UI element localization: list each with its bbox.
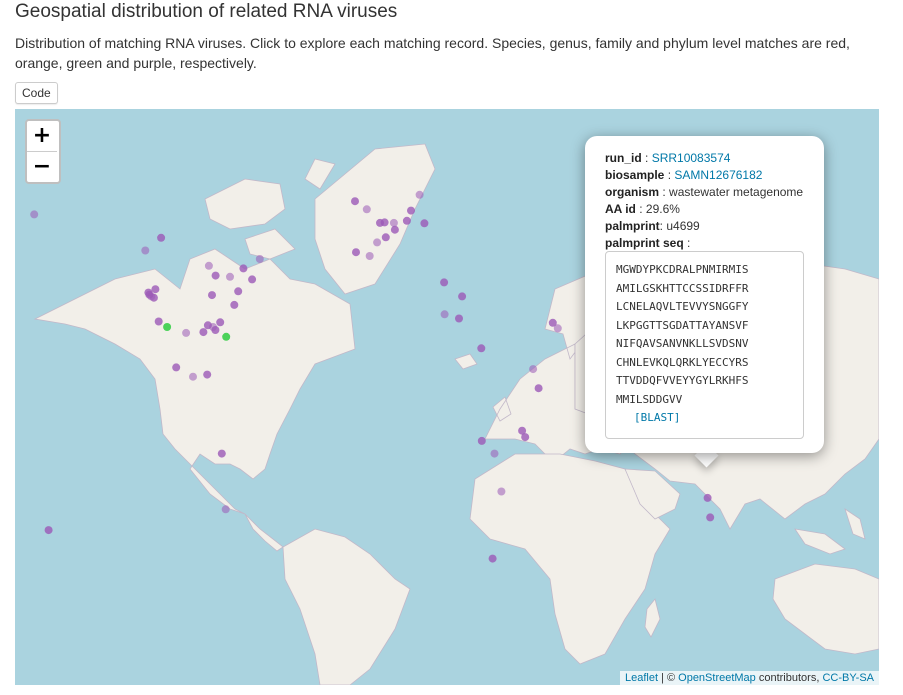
osm-link[interactable]: OpenStreetMap	[678, 672, 756, 684]
map-marker[interactable]	[529, 365, 538, 374]
map-marker[interactable]	[390, 225, 399, 234]
sequence-box: MGWDYPKCDRALPNMIRMIS AMILGSKHTTCCSSIDRFF…	[605, 251, 804, 439]
map-marker[interactable]	[365, 252, 374, 260]
map-marker[interactable]	[203, 370, 212, 379]
run-id-link[interactable]: SRR10083574	[652, 151, 731, 165]
map-marker[interactable]	[172, 363, 181, 372]
map-marker[interactable]	[490, 449, 499, 458]
map-marker[interactable]	[211, 326, 220, 334]
map-marker[interactable]	[389, 218, 398, 227]
aa-id-value: 29.6%	[645, 202, 680, 216]
land-central-america	[244, 513, 284, 552]
sequence-line: LKPGGTTSGDATTAYANSVF	[616, 318, 749, 332]
sequence-line: CHNLEVKQLQRKLYECCYRS	[616, 355, 749, 369]
map-marker[interactable]	[149, 293, 158, 302]
record-popup: run_id : SRR10083574 biosample : SAMN126…	[585, 136, 824, 453]
map-marker[interactable]	[706, 513, 715, 522]
map-marker[interactable]	[189, 372, 197, 381]
map-marker[interactable]	[234, 287, 243, 296]
sequence-line: AMILGSKHTTCCSSIDRFFR	[616, 281, 749, 295]
popup-content: run_id : SRR10083574 biosample : SAMN126…	[605, 151, 804, 250]
run-id-label: run_id	[605, 151, 642, 165]
map-marker[interactable]	[222, 332, 231, 341]
page-description: Distribution of matching RNA viruses. Cl…	[15, 35, 850, 71]
map-marker[interactable]	[208, 291, 216, 300]
map-attribution: Leaflet | © OpenStreetMap contributors, …	[619, 671, 879, 685]
map-marker[interactable]	[239, 264, 248, 273]
map-marker[interactable]	[534, 384, 543, 393]
map-marker[interactable]	[204, 261, 213, 270]
palmprint-value: u4699	[666, 219, 700, 233]
land-se-asia-islands	[794, 508, 866, 555]
map-marker[interactable]	[362, 205, 371, 214]
map-marker[interactable]	[157, 233, 166, 242]
organism-label: organism	[605, 185, 660, 199]
sequence-line: LCNELAQVLTEVVYSNGGFY	[616, 300, 749, 313]
sequence-line: NIFQAVSANVNKLLSVDSNV	[616, 337, 749, 350]
blast-link[interactable]: [BLAST]	[634, 411, 680, 424]
map-marker[interactable]	[30, 210, 39, 219]
leaflet-link[interactable]: Leaflet	[625, 672, 658, 684]
map-marker[interactable]	[488, 554, 497, 563]
map-marker[interactable]	[458, 292, 467, 301]
map-container[interactable]: + − run_id : SRR10083574 biosample : SAM…	[15, 109, 879, 685]
attribution-separator: | ©	[658, 672, 679, 684]
code-button[interactable]: Code	[15, 82, 58, 104]
organism-value: wastewater metagenome	[669, 185, 804, 199]
license-link[interactable]: CC-BY-SA	[822, 672, 874, 684]
zoom-control: + −	[25, 119, 61, 184]
map-marker[interactable]	[703, 493, 712, 502]
map-marker[interactable]	[440, 310, 449, 319]
page-title: Geospatial distribution of related RNA v…	[15, 1, 398, 22]
map-marker[interactable]	[440, 278, 449, 287]
land-north-america	[33, 248, 356, 515]
map-marker[interactable]	[373, 238, 382, 247]
map-marker[interactable]	[221, 505, 230, 514]
map-marker[interactable]	[216, 318, 225, 327]
attribution-text: contributors,	[755, 672, 823, 684]
map-marker[interactable]	[226, 272, 234, 281]
map-marker[interactable]	[518, 426, 527, 435]
map-marker[interactable]	[380, 218, 389, 227]
map-marker[interactable]	[230, 300, 239, 309]
map-marker[interactable]	[402, 216, 411, 225]
sequence-line: TTVDDQFVVEYYGYLRKHFS	[616, 374, 749, 387]
map-marker[interactable]	[553, 324, 562, 333]
map-marker[interactable]	[163, 323, 172, 331]
land-iceland	[454, 353, 478, 370]
map-marker[interactable]	[217, 449, 226, 458]
map-marker[interactable]	[477, 344, 486, 353]
map-marker[interactable]	[477, 436, 486, 445]
map-marker[interactable]	[381, 233, 390, 242]
map-marker[interactable]	[248, 275, 257, 284]
map-marker[interactable]	[415, 190, 424, 199]
zoom-in-button[interactable]: +	[27, 121, 57, 152]
biosample-label: biosample	[605, 168, 665, 182]
map-marker[interactable]	[182, 328, 191, 337]
map-marker[interactable]	[255, 255, 264, 263]
land-madagascar	[644, 598, 661, 638]
map-marker[interactable]	[497, 487, 506, 496]
sequence-line: MGWDYPKCDRALPNMIRMIS	[616, 263, 749, 276]
land-australia	[772, 563, 879, 655]
map-marker[interactable]	[44, 526, 53, 535]
map-marker[interactable]	[352, 248, 360, 257]
map-marker[interactable]	[199, 328, 208, 337]
map-marker[interactable]	[154, 317, 163, 326]
palmprint-label: palmprint	[605, 219, 660, 233]
sequence-line: MMILSDDGVV	[616, 392, 683, 406]
land-south-america	[282, 528, 411, 685]
sequence-text: MGWDYPKCDRALPNMIRMIS AMILGSKHTTCCSSIDRFF…	[616, 261, 803, 428]
map-marker[interactable]	[420, 219, 429, 228]
map-marker[interactable]	[351, 197, 359, 206]
map-marker[interactable]	[211, 271, 220, 280]
map-marker[interactable]	[455, 314, 463, 323]
map-marker[interactable]	[141, 246, 150, 255]
biosample-link[interactable]: SAMN12676182	[674, 168, 762, 182]
zoom-out-button[interactable]: −	[27, 152, 57, 182]
map-marker[interactable]	[151, 285, 160, 294]
aa-id-label: AA id	[605, 202, 636, 216]
palmprint-seq-label: palmprint seq	[605, 236, 684, 250]
map-marker[interactable]	[407, 206, 415, 215]
